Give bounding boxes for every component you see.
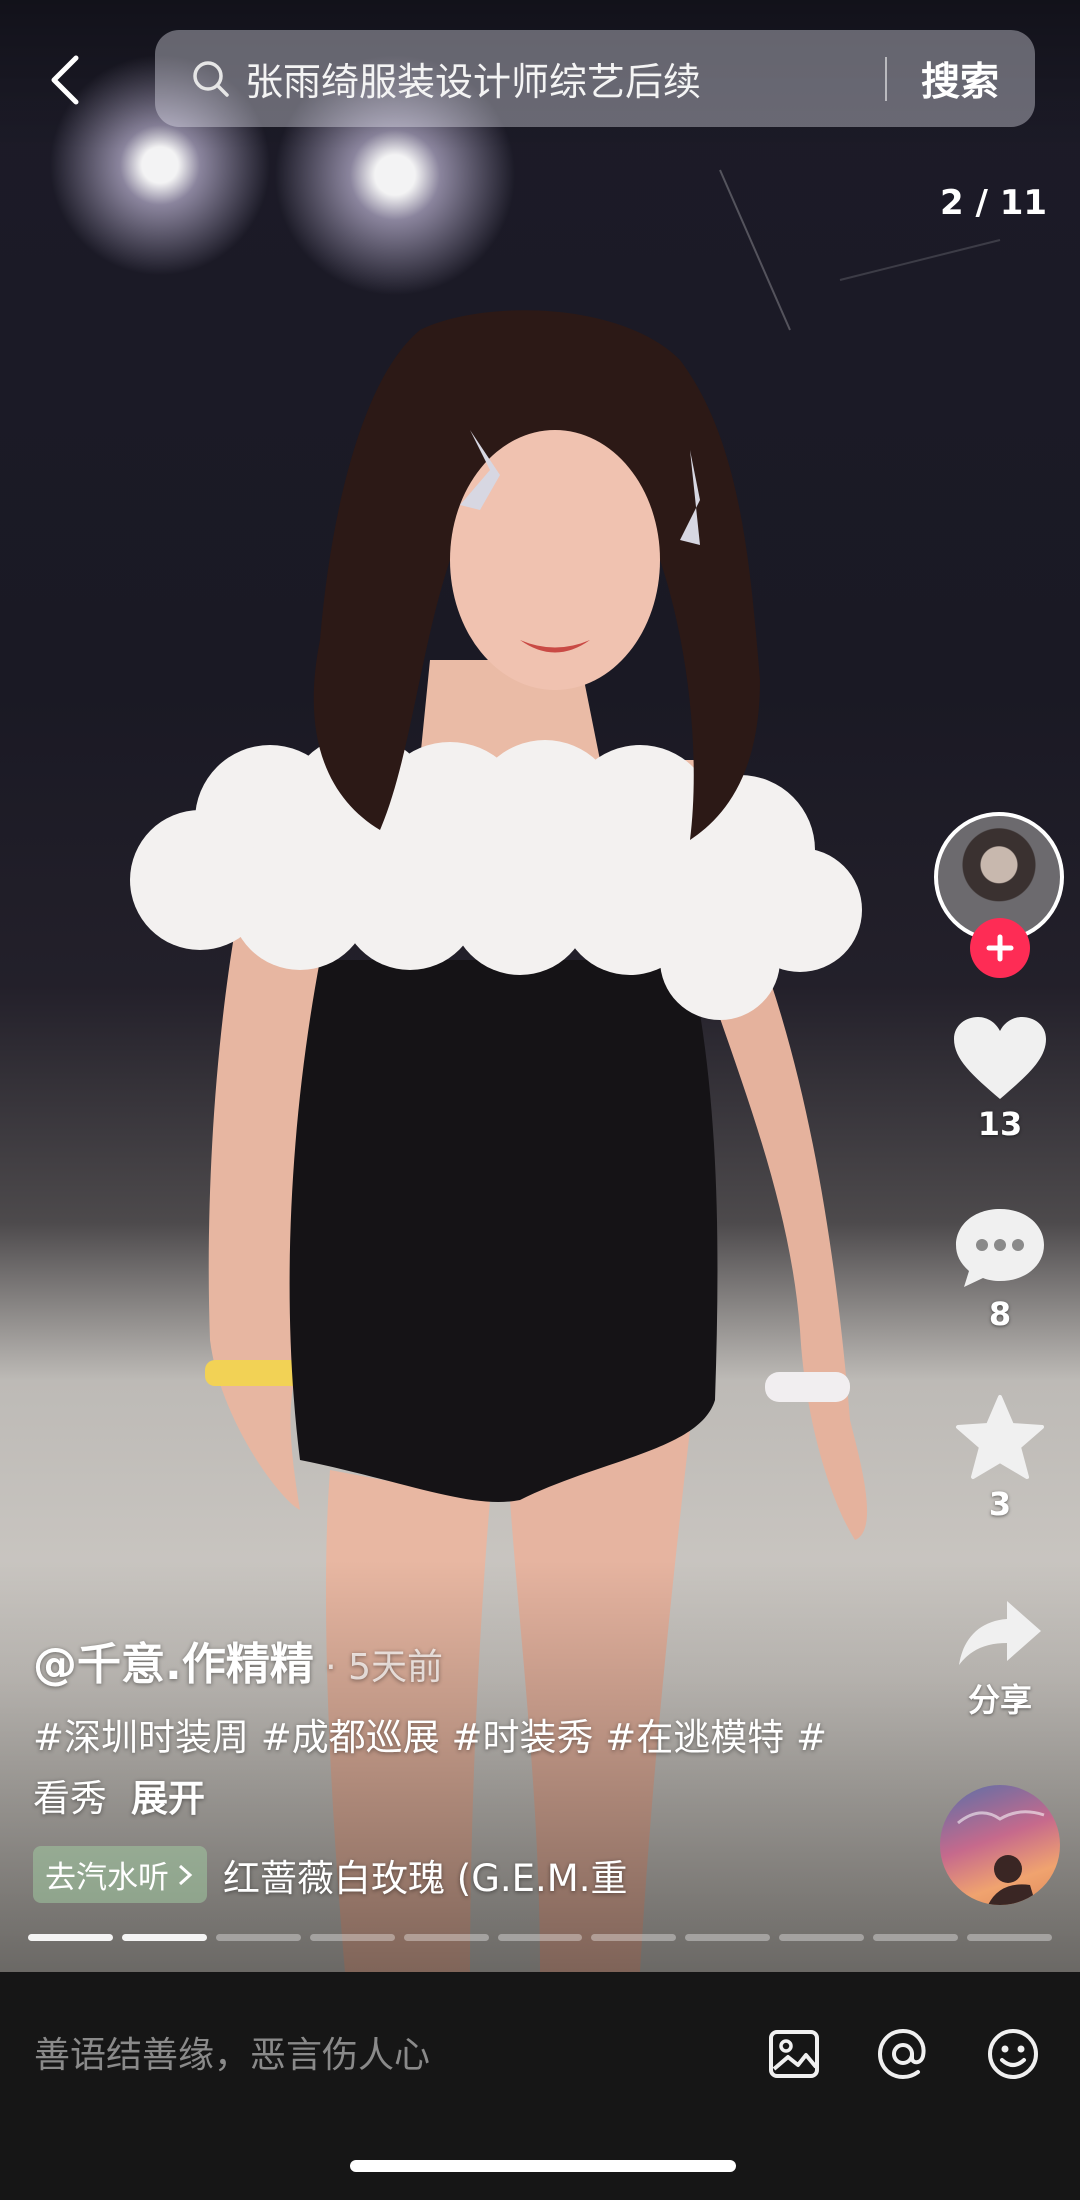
progress-segment — [873, 1934, 959, 1941]
album-cover-art — [957, 1810, 1045, 1905]
search-divider — [884, 56, 887, 101]
progress-segment — [967, 1934, 1052, 1941]
music-row[interactable]: 去汽水听 红蔷薇白玫瑰 (G.E.M.重 — [33, 1846, 627, 1903]
progress-segment — [28, 1934, 113, 1941]
smiley-icon — [988, 2029, 1038, 2079]
post-time: 5天前 — [348, 1647, 443, 1688]
author-line: @千意.作精精 · 5天前 — [33, 1639, 443, 1690]
favorite-button[interactable]: 3 — [930, 1393, 1070, 1523]
like-button[interactable]: 13 — [930, 1015, 1070, 1143]
music-chip-label: 去汽水听 — [45, 1860, 169, 1896]
star-icon — [956, 1395, 1044, 1479]
favorite-count: 3 — [988, 1485, 1012, 1523]
back-button[interactable] — [40, 50, 90, 110]
heart-icon — [954, 1017, 1046, 1099]
emoji-button[interactable] — [983, 2024, 1043, 2084]
screen: 张雨绮服装设计师综艺后续 搜索 2 / 11 13 8 3 分享 @千意.作精精… — [0, 0, 1080, 2200]
mention-button[interactable] — [873, 2024, 933, 2084]
music-disc[interactable] — [940, 1785, 1060, 1905]
search-query[interactable]: 张雨绮服装设计师综艺后续 — [245, 51, 885, 106]
share-arrow-icon — [959, 1601, 1041, 1665]
image-progress — [28, 1934, 1052, 1941]
search-box[interactable]: 张雨绮服装设计师综艺后续 搜索 — [155, 30, 1035, 127]
music-name: 红蔷薇白玫瑰 (G.E.M.重 — [223, 1856, 628, 1900]
listen-in-qishui-chip[interactable]: 去汽水听 — [33, 1846, 207, 1903]
progress-segment — [121, 1934, 207, 1941]
progress-segment — [215, 1934, 301, 1941]
image-picker-button[interactable] — [764, 2024, 824, 2084]
progress-segment — [309, 1934, 395, 1941]
search-icon — [193, 60, 229, 97]
share-button[interactable]: 分享 — [930, 1595, 1070, 1721]
expand-button[interactable]: 展开 — [131, 1777, 205, 1820]
comment-count: 8 — [988, 1295, 1012, 1333]
image-icon — [769, 2030, 819, 2078]
author-name[interactable]: @千意.作精精 — [33, 1639, 314, 1690]
progress-segment — [403, 1934, 489, 1941]
progress-segment — [497, 1934, 583, 1941]
at-sign-icon — [877, 2028, 926, 2080]
back-arrow-icon — [51, 55, 79, 105]
like-count: 13 — [977, 1105, 1023, 1143]
follow-button[interactable] — [970, 918, 1030, 978]
home-indicator — [350, 2160, 736, 2172]
progress-segment — [591, 1934, 677, 1941]
chevron-right-icon — [178, 1864, 193, 1885]
comment-button[interactable]: 8 — [930, 1205, 1070, 1333]
progress-segment — [779, 1934, 865, 1941]
image-counter: 2 / 11 — [940, 183, 1048, 223]
search-button[interactable]: 搜索 — [921, 51, 999, 107]
share-label: 分享 — [967, 1681, 1032, 1719]
comment-input[interactable]: 善语结善缘，恶言伤人心 — [34, 2026, 430, 2078]
plus-icon — [986, 934, 1014, 962]
hashtags: #深圳时装周 #成都巡展 #时装秀 #在逃模特 #看秀 展开 — [33, 1707, 853, 1829]
comment-bubble-icon — [956, 1209, 1044, 1287]
progress-segment — [685, 1934, 771, 1941]
